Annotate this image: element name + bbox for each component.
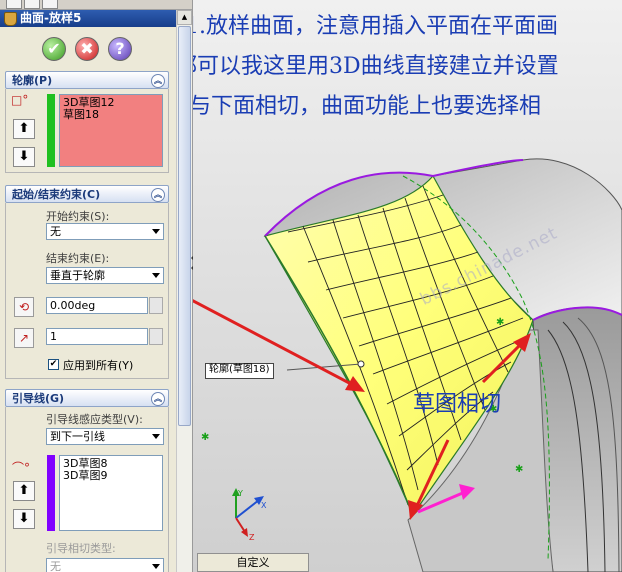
graphics-viewport[interactable]: ✱ ✱ ✱ ✱ Y X Z bbs.chinade.net 11.放样曲面，注意…	[193, 0, 622, 572]
list-item[interactable]: 3D草图9	[63, 470, 159, 482]
move-up-button[interactable]: ⬆	[13, 481, 35, 501]
svg-text:Y: Y	[237, 489, 243, 498]
section-title: 轮廓(P)	[12, 74, 53, 87]
section-header-profiles[interactable]: 轮廓(P) ︽	[5, 71, 169, 89]
collapse-chevron-icon[interactable]: ︽	[151, 74, 165, 88]
panel-title: 曲面-放样5	[0, 10, 176, 27]
tangent-note: 草图相切	[413, 392, 502, 417]
tangent-length-icon[interactable]: ↗	[14, 328, 34, 348]
help-button[interactable]: ?	[108, 37, 132, 61]
start-constraint-label: 开始约束(S):	[46, 210, 110, 223]
callout-point	[357, 360, 365, 368]
annotation-line-3: 与下面相切，曲面功能上也要选择相	[193, 94, 542, 119]
profile-color-bar	[47, 94, 55, 167]
profile-icon: □°	[11, 93, 29, 107]
move-up-button[interactable]: ⬆	[13, 119, 35, 139]
property-manager: 曲面-放样5 ✔ ✖ ? 轮廓(P) ︽ □° ⬆ ⬇ 3D草图12 草图18 …	[0, 0, 193, 572]
model-view[interactable]: ✱ ✱ ✱ ✱ Y X Z	[193, 0, 622, 572]
guides-list[interactable]: 3D草图8 3D草图9	[59, 455, 163, 531]
profiles-list[interactable]: 3D草图12 草图18	[59, 94, 163, 167]
feature-tree-tab-icon[interactable]	[6, 0, 22, 9]
profiles-section: □° ⬆ ⬇ 3D草图12 草图18	[5, 89, 169, 173]
guide-influence-label: 引导线感应类型(V):	[46, 413, 143, 426]
svg-text:✱: ✱	[515, 464, 523, 475]
tangent-length-input[interactable]: 1	[46, 328, 148, 345]
chevron-down-icon	[152, 564, 160, 569]
start-constraint-select[interactable]: 无	[46, 223, 164, 240]
select-value: 到下一引线	[50, 430, 105, 443]
property-tab-icon[interactable]	[24, 0, 40, 9]
ok-button[interactable]: ✔	[42, 37, 66, 61]
guide-influence-select[interactable]: 到下一引线	[46, 428, 164, 445]
guides-section: 引导线感应类型(V): 到下一引线 ⌒° ⬆ ⬇ 3D草图8 3D草图9 引导相…	[5, 407, 169, 572]
end-constraint-label: 结束约束(E):	[46, 252, 110, 265]
scroll-up-icon[interactable]: ▲	[177, 10, 192, 25]
section-header-constraints[interactable]: 起始/结束约束(C) ︽	[5, 185, 169, 203]
select-value: 无	[50, 560, 61, 572]
loft-surface-icon	[4, 12, 17, 26]
guide-tangent-select[interactable]: 无	[46, 558, 164, 572]
section-title: 起始/结束约束(C)	[12, 188, 101, 201]
guide-tangent-label: 引导相切类型:	[46, 542, 116, 555]
guide-curve-icon: ⌒°	[12, 461, 31, 475]
svg-text:X: X	[261, 501, 267, 510]
config-tab-icon[interactable]	[42, 0, 58, 9]
angle-input[interactable]: 0.00deg	[46, 297, 148, 314]
chevron-down-icon	[152, 273, 160, 278]
section-title: 引导线(G)	[12, 392, 65, 405]
bottom-tab-custom[interactable]: 自定义	[197, 553, 309, 572]
annotation-line-2: 都可以我这里用3D曲线直接建立并设置	[193, 54, 559, 79]
panel-title-text: 曲面-放样5	[20, 11, 82, 25]
guide-color-bar	[47, 455, 55, 531]
chevron-down-icon	[152, 434, 160, 439]
apply-to-all-checkbox[interactable]: ✔	[48, 359, 59, 370]
axis-triad-icon: Y X Z	[232, 488, 267, 542]
tangent-length-spinner[interactable]	[149, 328, 163, 345]
manager-tabs	[0, 0, 192, 10]
svg-text:✱: ✱	[496, 317, 504, 328]
scroll-thumb[interactable]	[178, 26, 191, 426]
list-item[interactable]: 草图18	[63, 109, 159, 121]
end-constraint-select[interactable]: 垂直于轮廓	[46, 267, 164, 284]
cancel-button[interactable]: ✖	[75, 37, 99, 61]
callout-tag[interactable]: 轮廓(草图18)	[205, 363, 274, 379]
collapse-chevron-icon[interactable]: ︽	[151, 392, 165, 406]
select-value: 无	[50, 225, 61, 238]
chevron-down-icon	[152, 229, 160, 234]
svg-text:Z: Z	[249, 533, 255, 542]
move-down-button[interactable]: ⬇	[13, 147, 35, 167]
section-header-guides[interactable]: 引导线(G) ︽	[5, 389, 169, 407]
apply-to-all-label: 应用到所有(Y)	[63, 359, 134, 372]
panel-scrollbar[interactable]: ▲	[176, 10, 192, 572]
select-value: 垂直于轮廓	[50, 269, 105, 282]
direction-vector-icon[interactable]: ⟲	[14, 297, 34, 317]
move-down-button[interactable]: ⬇	[13, 509, 35, 529]
angle-spinner[interactable]	[149, 297, 163, 314]
collapse-chevron-icon[interactable]: ︽	[151, 188, 165, 202]
annotation-line-1: 11.放样曲面，注意用插入平面在平面画	[193, 14, 558, 39]
constraints-section: 开始约束(S): 无 结束约束(E): 垂直于轮廓 ⟲ 0.00deg ↗ 1 …	[5, 203, 169, 379]
svg-text:✱: ✱	[201, 432, 209, 443]
